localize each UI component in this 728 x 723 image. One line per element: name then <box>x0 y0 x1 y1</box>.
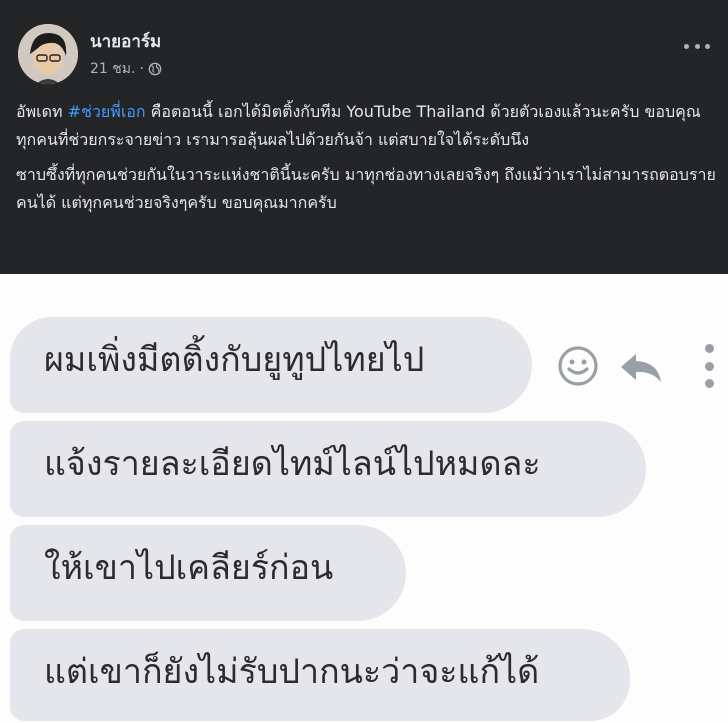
message-bubble: แต่เขาก็ยังไม่รับปากนะว่าจะแก้ได้ <box>10 629 630 721</box>
hashtag-link[interactable]: #ช่วยพี่เอก <box>68 102 146 121</box>
post-paragraph-1: อัพเดท #ช่วยพี่เอก คือตอนนี้ เอกได้มิตติ… <box>16 102 701 149</box>
messenger-screenshot: ผมเพิ่งมีตติ้งกับยูทูปไทยไป แจ้งรายละเอี… <box>0 274 728 723</box>
globe-icon[interactable] <box>148 62 162 76</box>
post-timestamp[interactable]: 21 ชม. <box>90 58 135 80</box>
author-avatar[interactable] <box>18 24 78 84</box>
avatar-image <box>18 24 78 84</box>
author-name[interactable]: นายอาร์ม <box>90 28 161 55</box>
reply-icon[interactable] <box>618 348 664 388</box>
message-bubble: ให้เขาไปเคลียร์ก่อน <box>10 525 406 621</box>
more-options-icon[interactable] <box>684 36 710 56</box>
smiley-icon[interactable] <box>556 344 600 388</box>
meta-separator: · <box>139 61 144 77</box>
post-paragraph-2: ซาบซึ้งที่ทุกคนช่วยกันในวาระแห่งชาตินี้น… <box>16 165 716 212</box>
post-body: อัพเดท #ช่วยพี่เอก คือตอนนี้ เอกได้มิตติ… <box>16 98 716 224</box>
message-bubble: แจ้งรายละเอียดไทม์ไลน์ไปหมดละ <box>10 421 646 517</box>
message-bubble: ผมเพิ่งมีตติ้งกับยูทูปไทยไป <box>10 317 532 413</box>
facebook-post: นายอาร์ม 21 ชม. · อัพเดท #ช่วยพี่เอก คือ… <box>0 0 728 274</box>
post-meta: 21 ชม. · <box>90 58 162 80</box>
vertical-dots-icon[interactable] <box>700 344 718 388</box>
